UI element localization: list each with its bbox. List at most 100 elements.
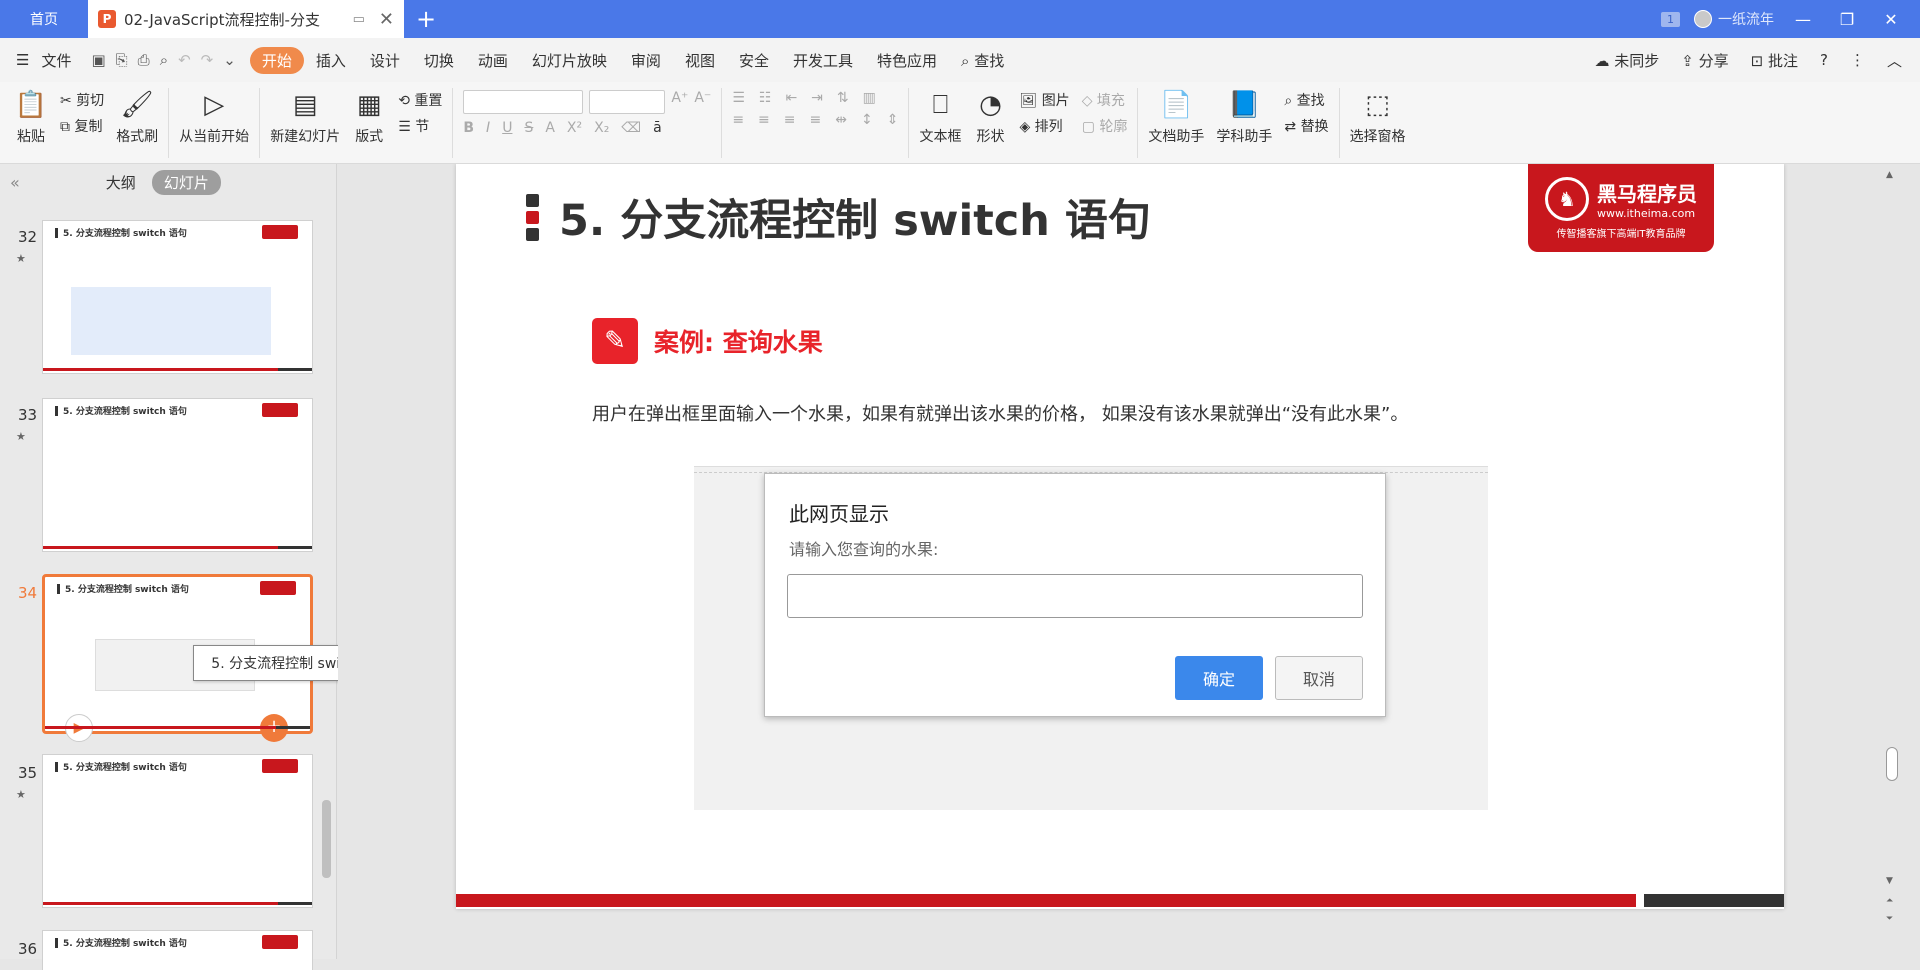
minimize-icon[interactable]: —: [1788, 10, 1818, 29]
shape-button[interactable]: ◔ 形状: [967, 88, 1013, 146]
hamburger-icon[interactable]: ☰: [16, 51, 29, 69]
menu-developer[interactable]: 开发工具: [781, 50, 865, 71]
replace-button[interactable]: ⇄ 替换: [1284, 116, 1328, 136]
align-right-icon[interactable]: ≡: [784, 112, 796, 128]
reset-button[interactable]: ⟲ 重置: [398, 90, 442, 110]
align-left-icon[interactable]: ≡: [732, 112, 744, 128]
textbox-button[interactable]: ⎕ 文本框: [913, 88, 967, 146]
slide-thumbnail[interactable]: 5. 分支流程控制 switch 语句: [42, 930, 313, 970]
slide-thumbnail[interactable]: 5. 分支流程控制 switch 语句: [42, 398, 313, 552]
save-icon[interactable]: ▣: [91, 51, 105, 69]
decrease-indent-icon[interactable]: ⇤: [785, 90, 797, 106]
tab-outline[interactable]: 大纲: [106, 172, 136, 193]
subscript-icon[interactable]: X₂: [594, 120, 609, 136]
window-count-badge[interactable]: 1: [1661, 11, 1680, 27]
outline-button[interactable]: ▢ 轮廓: [1082, 116, 1128, 136]
menu-insert[interactable]: 插入: [304, 50, 358, 71]
undo-icon[interactable]: ↶: [178, 51, 191, 69]
find-button[interactable]: ⌕ 查找: [1284, 90, 1328, 110]
slide-thumbnail[interactable]: 5. 分支流程控制 switch 语句: [42, 220, 313, 374]
menu-view[interactable]: 视图: [673, 50, 727, 71]
panel-scrollbar[interactable]: [322, 800, 331, 878]
case-heading[interactable]: ✎ 案例: 查询水果: [592, 318, 823, 364]
redo-icon[interactable]: ↷: [201, 51, 214, 69]
font-family-select[interactable]: [463, 90, 584, 114]
text-direction-icon[interactable]: ⇅: [837, 90, 849, 106]
line-spacing-icon[interactable]: ↕: [861, 112, 873, 128]
browser-prompt-screenshot[interactable]: 此网页显示 请输入您查询的水果: 确定 取消: [694, 466, 1488, 810]
format-painter-button[interactable]: 🖌 格式刷: [110, 88, 164, 146]
tab-float-icon[interactable]: ▭: [353, 12, 365, 27]
shrink-font-icon[interactable]: A⁻: [694, 90, 711, 114]
paste-button[interactable]: 📋 粘贴: [8, 88, 54, 146]
arrange-button[interactable]: ◈ 排列: [1019, 116, 1069, 136]
new-slide-button[interactable]: ▤ 新建幻灯片: [264, 88, 346, 146]
scroll-up-icon[interactable]: ▲: [1886, 170, 1893, 180]
paragraph-spacing-icon[interactable]: ⇕: [887, 112, 899, 128]
subject-assistant-button[interactable]: 📘 学科助手: [1210, 88, 1278, 146]
share-button[interactable]: ⇪ 分享: [1681, 50, 1728, 71]
columns-icon[interactable]: ▥: [863, 90, 876, 106]
bold-icon[interactable]: B: [463, 120, 474, 136]
annotate-button[interactable]: ⊡ 批注: [1751, 50, 1798, 71]
menu-security[interactable]: 安全: [727, 50, 781, 71]
collapse-panel-icon[interactable]: «: [10, 173, 20, 192]
slide-thumbnail[interactable]: 5. 分支流程控制 switch 语句: [42, 754, 313, 908]
menu-review[interactable]: 审阅: [619, 50, 673, 71]
menu-transition[interactable]: 切换: [412, 50, 466, 71]
select-pane-button[interactable]: ⬚ 选择窗格: [1344, 88, 1412, 146]
justify-icon[interactable]: ≡: [810, 112, 822, 128]
collapse-ribbon-icon[interactable]: ︿: [1887, 50, 1902, 71]
section-button[interactable]: ☰ 节: [398, 116, 442, 136]
help-icon[interactable]: ?: [1820, 51, 1828, 69]
italic-icon[interactable]: I: [486, 120, 490, 136]
font-color-icon[interactable]: A: [545, 120, 555, 136]
sync-status[interactable]: ☁ 未同步: [1595, 50, 1660, 71]
menu-features[interactable]: 特色应用: [865, 50, 949, 71]
menu-search[interactable]: ⌕ 查找: [949, 50, 1016, 71]
canvas-scrollbar[interactable]: ▲ ▼ ⏶ ⏷: [1882, 164, 1900, 959]
increase-indent-icon[interactable]: ⇥: [811, 90, 823, 106]
cut-button[interactable]: ✂ 剪切: [60, 90, 104, 110]
underline-icon[interactable]: U: [502, 120, 512, 136]
new-tab-button[interactable]: +: [404, 0, 448, 38]
font-size-select[interactable]: [589, 90, 666, 114]
menu-start[interactable]: 开始: [249, 46, 304, 74]
picture-button[interactable]: 🖼 图片: [1019, 90, 1069, 110]
case-description[interactable]: 用户在弹出框里面输入一个水果，如果有就弹出该水果的价格， 如果没有该水果就弹出“…: [592, 400, 1408, 426]
doc-assistant-button[interactable]: 📄 文档助手: [1142, 88, 1210, 146]
layout-button[interactable]: ▦ 版式: [346, 88, 392, 146]
customize-toolbar-icon[interactable]: ⌄: [223, 51, 236, 69]
tab-document[interactable]: P 02-JavaScript流程控制-分支 ▭ ✕: [88, 0, 404, 38]
scroll-thumb[interactable]: [1886, 747, 1898, 781]
close-tab-icon[interactable]: ✕: [379, 9, 394, 30]
fill-button[interactable]: ◇ 填充: [1082, 90, 1128, 110]
restore-icon[interactable]: ❐: [1832, 10, 1862, 29]
prev-slide-icon[interactable]: ⏶: [1886, 896, 1893, 906]
menu-animation[interactable]: 动画: [466, 50, 520, 71]
numbered-list-icon[interactable]: ☷: [759, 90, 772, 106]
user-account[interactable]: 一纸流年: [1694, 9, 1774, 29]
slide-title[interactable]: 5. 分支流程控制 switch 语句: [559, 186, 1151, 248]
strikethrough-icon[interactable]: S: [524, 120, 533, 136]
tab-slides[interactable]: 幻灯片: [151, 169, 221, 195]
slide[interactable]: 5. 分支流程控制 switch 语句 ♞ 黑马程序员 www.itheima.…: [456, 164, 1784, 909]
next-slide-icon[interactable]: ⏷: [1886, 914, 1893, 924]
from-current-button[interactable]: ▷ 从当前开始: [173, 88, 255, 146]
align-center-icon[interactable]: ≡: [758, 112, 770, 128]
distribute-icon[interactable]: ⇹: [835, 112, 847, 128]
print-preview-icon[interactable]: ⌕: [160, 51, 168, 69]
copy-button[interactable]: ⧉ 复制: [60, 116, 104, 136]
phonetic-icon[interactable]: ā: [653, 120, 662, 136]
tab-home[interactable]: 首页: [0, 0, 88, 38]
grow-font-icon[interactable]: A⁺: [671, 90, 688, 114]
superscript-icon[interactable]: X²: [567, 120, 582, 136]
clear-format-icon[interactable]: ⌫: [621, 120, 641, 136]
menu-design[interactable]: 设计: [358, 50, 412, 71]
export-pdf-icon[interactable]: ⎘: [116, 51, 128, 69]
menu-file[interactable]: 文件: [29, 50, 83, 71]
print-icon[interactable]: ⎙: [138, 51, 150, 69]
more-icon[interactable]: ⋮: [1850, 51, 1865, 69]
scroll-down-icon[interactable]: ▼: [1886, 876, 1893, 886]
close-window-icon[interactable]: ✕: [1876, 10, 1906, 29]
